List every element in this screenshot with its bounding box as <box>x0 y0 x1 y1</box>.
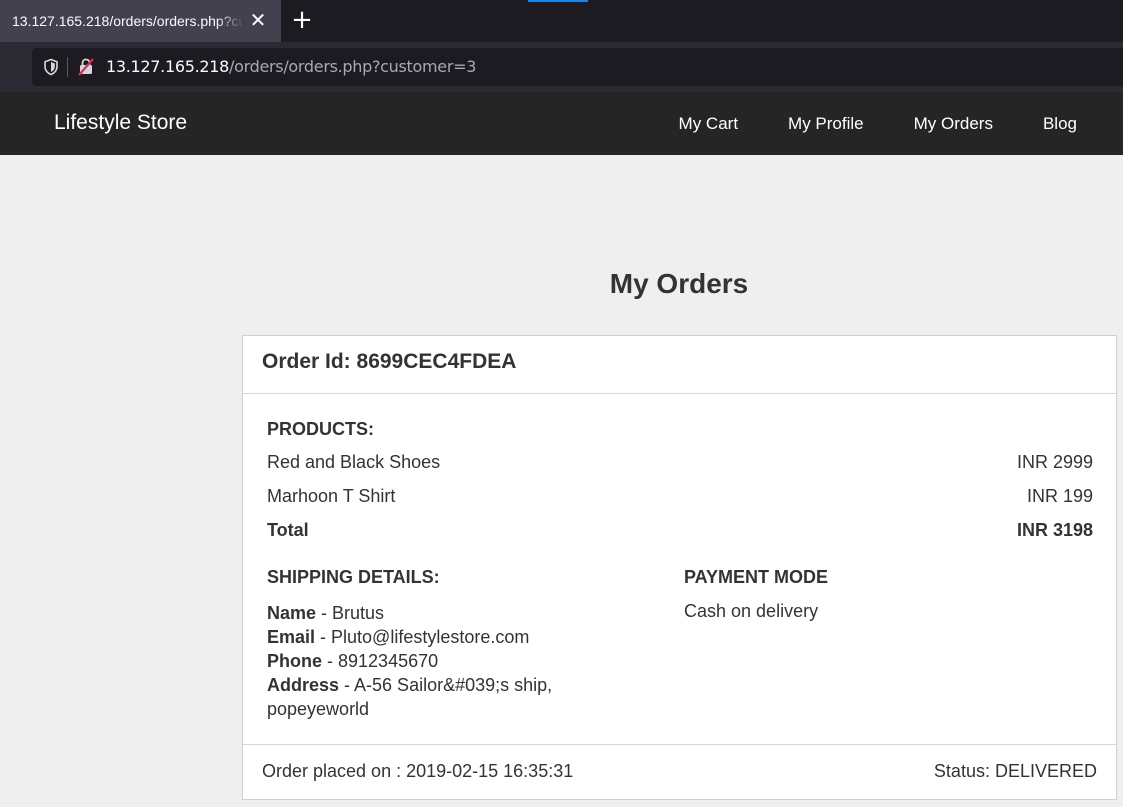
site-navbar: Lifestyle Store My Cart My Profile My Or… <box>0 92 1123 155</box>
address-bar[interactable]: 13.127.165.218/orders/orders.php?custome… <box>32 48 1123 86</box>
product-row: Red and Black Shoes INR 2999 <box>267 452 1093 473</box>
order-placed-on: Order placed on : 2019-02-15 16:35:31 <box>262 761 574 781</box>
order-id-heading: Order Id: 8699CEC4FDEA <box>243 336 1116 394</box>
shipping-phone-label: Phone <box>267 651 323 671</box>
product-price: INR 2999 <box>1016 452 1093 472</box>
page-title: My Orders <box>609 268 749 299</box>
shipping-address: Address - A-56 Sailor&#039;s ship, popey… <box>267 673 607 721</box>
total-label: Total <box>267 520 309 540</box>
close-icon[interactable]: ✕ <box>246 9 270 33</box>
browser-toolbar: 13.127.165.218/orders/orders.php?custome… <box>0 42 1123 92</box>
shipping-name: Name - Brutus <box>267 601 607 625</box>
tab-indicator <box>528 0 588 2</box>
total-row: Total INR 3198 <box>267 520 1093 541</box>
separator <box>67 57 68 77</box>
shipping-name-value: - Brutus <box>316 603 385 623</box>
total-value: INR 3198 <box>1016 520 1093 540</box>
url-text[interactable]: 13.127.165.218/orders/orders.php?custome… <box>106 57 476 76</box>
product-price: INR 199 <box>1026 486 1093 506</box>
order-status: Status: DELIVERED <box>933 761 1097 781</box>
shipping-name-label: Name <box>267 603 317 623</box>
browser-tab[interactable]: 13.127.165.218/orders/orders.php?custome… <box>0 0 281 42</box>
nav-blog[interactable]: Blog <box>1018 92 1123 155</box>
order-card: Order Id: 8699CEC4FDEA PRODUCTS: Red and… <box>242 335 1117 800</box>
product-name: Red and Black Shoes <box>267 452 441 472</box>
order-body: PRODUCTS: Red and Black Shoes INR 2999 M… <box>243 394 1116 744</box>
products-heading: PRODUCTS: <box>267 419 374 439</box>
shield-icon[interactable] <box>42 58 60 76</box>
tab-title: 13.127.165.218/orders/orders.php?custome… <box>12 13 244 29</box>
shipping-heading: SHIPPING DETAILS: <box>267 567 440 587</box>
nav-links: My Cart My Profile My Orders Blog <box>654 92 1123 155</box>
shipping-address-label: Address <box>267 675 340 695</box>
url-path: /orders/orders.php?customer=3 <box>229 57 477 76</box>
browser-tab-bar: 13.127.165.218/orders/orders.php?custome… <box>0 0 1123 42</box>
product-name: Marhoon T Shirt <box>267 486 396 506</box>
nav-my-profile[interactable]: My Profile <box>763 92 889 155</box>
shipping-details: Name - Brutus Email - Pluto@lifestylesto… <box>267 601 607 721</box>
shipping-email-value: - Pluto@lifestylestore.com <box>315 627 530 647</box>
shipping-email-label: Email <box>267 627 316 647</box>
payment-value: Cash on delivery <box>684 601 819 621</box>
payment-heading: PAYMENT MODE <box>684 567 829 587</box>
shipping-phone: Phone - 8912345670 <box>267 649 607 673</box>
brand-link[interactable]: Lifestyle Store <box>54 111 187 135</box>
insecure-lock-icon[interactable] <box>76 57 96 77</box>
product-row: Marhoon T Shirt INR 199 <box>267 486 1093 507</box>
shipping-email: Email - Pluto@lifestylestore.com <box>267 625 607 649</box>
nav-my-cart[interactable]: My Cart <box>654 92 764 155</box>
url-host: 13.127.165.218 <box>106 57 230 76</box>
order-footer: Order placed on : 2019-02-15 16:35:31 St… <box>243 744 1116 800</box>
nav-my-orders[interactable]: My Orders <box>889 92 1018 155</box>
shipping-phone-value: - 8912345670 <box>322 651 439 671</box>
plus-icon[interactable]: + <box>288 7 316 35</box>
